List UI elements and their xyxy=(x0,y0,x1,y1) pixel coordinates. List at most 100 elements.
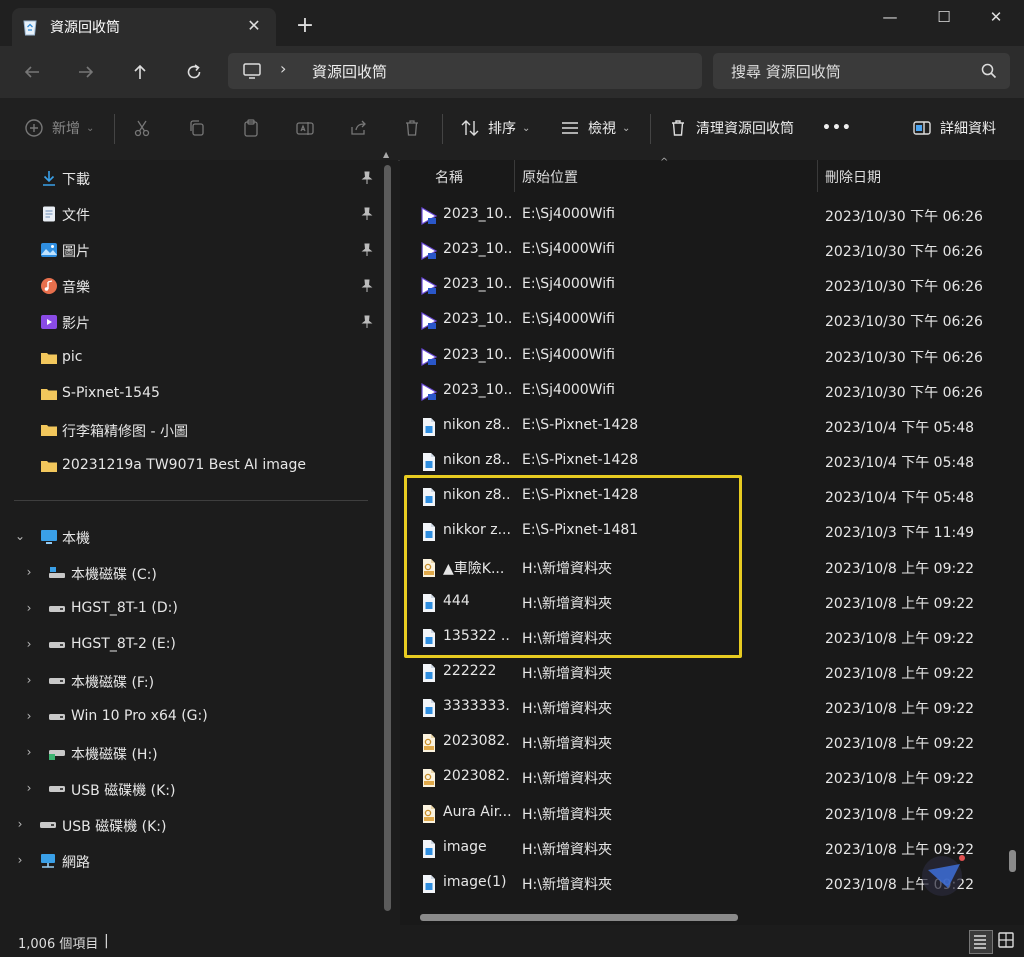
horizontal-scrollbar-thumb[interactable] xyxy=(420,914,738,921)
pin-icon[interactable] xyxy=(360,279,374,293)
new-button[interactable]: 新增 ⌄ xyxy=(24,110,94,146)
chevron-right-icon[interactable]: › xyxy=(13,853,27,869)
file-row[interactable]: Aura Air... H:\新增資料夾 2023/10/8 上午 09:22 xyxy=(400,796,1024,831)
nav-item-documents[interactable]: 文件 xyxy=(0,197,380,231)
empty-recycle-bin-button[interactable]: 清理資源回收筒 xyxy=(668,110,794,146)
video-file-icon xyxy=(421,206,438,226)
nav-item-label: 20231219a TW9071 Best AI image xyxy=(62,457,306,473)
chevron-right-icon[interactable]: › xyxy=(22,673,36,689)
chevron-right-icon[interactable]: › xyxy=(22,709,36,725)
file-row[interactable]: nikon z8... E:\S-Pixnet-1428 2023/10/4 下午 … xyxy=(400,444,1024,479)
new-tab-button[interactable]: + xyxy=(292,13,318,39)
column-header-location[interactable]: 原始位置 xyxy=(522,167,578,187)
rename-button[interactable] xyxy=(295,110,315,146)
nav-item-folder[interactable]: S-Pixnet-1545 xyxy=(0,377,380,411)
file-row[interactable]: nikkor z... E:\S-Pixnet-1481 2023/10/3 下午 … xyxy=(400,514,1024,549)
nav-item-videos[interactable]: 影片 xyxy=(0,305,380,339)
nav-item-drive[interactable]: › USB 磁碟機 (K:) xyxy=(0,772,380,806)
file-row[interactable]: ▲車險K... H:\新增資料夾 2023/10/8 上午 09:22 xyxy=(400,550,1024,585)
chevron-right-icon[interactable]: › xyxy=(22,601,36,617)
nav-item-usb[interactable]: › USB 磁碟機 (K:) xyxy=(0,808,380,842)
chevron-right-icon[interactable]: › xyxy=(22,637,36,653)
nav-item-music[interactable]: 音樂 xyxy=(0,269,380,303)
file-row[interactable]: 2023_10... E:\Sj4000Wifi 2023/10/30 下午 06:… xyxy=(400,303,1024,338)
close-tab-button[interactable]: ✕ xyxy=(242,14,266,38)
chevron-down-icon[interactable]: ⌄ xyxy=(13,529,27,545)
nav-item-this-pc[interactable]: ⌄ 本機 xyxy=(0,520,380,554)
image-file-icon xyxy=(423,699,435,718)
chevron-right-icon[interactable]: › xyxy=(22,781,36,797)
file-row[interactable]: 2023082... H:\新增資料夾 2023/10/8 上午 09:22 xyxy=(400,760,1024,795)
address-field[interactable]: › 資源回收筒 xyxy=(228,53,702,89)
file-row[interactable]: 2023_10... E:\Sj4000Wifi 2023/10/30 下午 06:… xyxy=(400,198,1024,233)
column-header-date-deleted[interactable]: 刪除日期 xyxy=(825,167,881,187)
file-row[interactable]: 2023_10... E:\Sj4000Wifi 2023/10/30 下午 06:… xyxy=(400,339,1024,374)
file-row[interactable]: 135322 ... H:\新增資料夾 2023/10/8 上午 09:22 xyxy=(400,620,1024,655)
nav-item-drive[interactable]: › HGST_8T-1 (D:) xyxy=(0,592,380,626)
details-view-button[interactable] xyxy=(969,930,993,954)
up-button[interactable] xyxy=(126,58,154,86)
pin-icon[interactable] xyxy=(360,207,374,221)
refresh-button[interactable] xyxy=(180,58,208,86)
file-row[interactable]: image H:\新增資料夾 2023/10/8 上午 09:22 xyxy=(400,831,1024,866)
file-row[interactable]: 444 H:\新增資料夾 2023/10/8 上午 09:22 xyxy=(400,585,1024,620)
close-window-button[interactable]: ✕ xyxy=(970,0,1022,34)
nav-item-folder[interactable]: 行李箱精修图 - 小圖 xyxy=(0,413,380,447)
chevron-right-icon[interactable]: › xyxy=(13,817,27,833)
nav-scrollbar[interactable] xyxy=(384,165,391,911)
chevron-right-icon[interactable]: › xyxy=(22,745,36,761)
nav-item-folder[interactable]: 20231219a TW9071 Best AI image xyxy=(0,449,380,483)
file-row[interactable]: 2023_10... E:\Sj4000Wifi 2023/10/30 下午 06:… xyxy=(400,233,1024,268)
view-button[interactable]: 檢視 ⌄ xyxy=(560,110,630,146)
sort-button[interactable]: 排序 ⌄ xyxy=(460,110,530,146)
search-placeholder: 搜尋 資源回收筒 xyxy=(731,63,841,81)
forward-button[interactable] xyxy=(72,58,100,86)
breadcrumb-recycle-bin[interactable]: 資源回收筒 xyxy=(312,61,387,82)
pin-icon[interactable] xyxy=(360,171,374,185)
nav-item-label: 行李箱精修图 - 小圖 xyxy=(62,424,188,440)
file-row[interactable]: 222222 H:\新增資料夾 2023/10/8 上午 09:22 xyxy=(400,655,1024,690)
file-name: 2023_10... xyxy=(443,311,511,328)
file-row[interactable]: nikon z8... E:\S-Pixnet-1428 2023/10/4 下午 … xyxy=(400,409,1024,444)
file-name: nikon z8... xyxy=(443,416,511,433)
file-row[interactable]: image(1) H:\新增資料夾 2023/10/8 上午 09:22 xyxy=(400,866,1024,901)
file-row[interactable]: 3333333... H:\新增資料夾 2023/10/8 上午 09:22 xyxy=(400,690,1024,725)
nav-item-label: HGST_8T-1 (D:) xyxy=(71,600,178,616)
nav-item-drive[interactable]: › 本機磁碟 (F:) xyxy=(0,664,380,698)
text-caret: | xyxy=(104,933,109,949)
nav-item-drive[interactable]: › 本機磁碟 (C:) xyxy=(0,556,380,590)
nav-item-pictures[interactable]: 圖片 xyxy=(0,233,380,267)
paste-button[interactable] xyxy=(241,110,261,146)
column-header-name[interactable]: 名稱 xyxy=(435,167,463,187)
scroll-up-icon[interactable]: ▲ xyxy=(383,150,389,159)
share-button[interactable] xyxy=(349,110,369,146)
nav-item-drive[interactable]: › Win 10 Pro x64 (G:) xyxy=(0,700,380,734)
details-pane-button[interactable]: 詳細資料 xyxy=(912,110,996,146)
maximize-button[interactable]: ☐ xyxy=(918,0,970,34)
tiles-view-button[interactable] xyxy=(996,930,1018,952)
copy-button[interactable] xyxy=(187,110,207,146)
tab-recycle-bin[interactable]: 資源回收筒 ✕ xyxy=(12,8,276,46)
column-divider[interactable] xyxy=(514,160,515,192)
file-row[interactable]: 2023082... H:\新增資料夾 2023/10/8 上午 09:22 xyxy=(400,725,1024,760)
file-row[interactable]: 2023_10... E:\Sj4000Wifi 2023/10/30 下午 06:… xyxy=(400,374,1024,409)
nav-item-network[interactable]: › 網路 xyxy=(0,844,380,878)
nav-item-folder[interactable]: pic xyxy=(0,341,380,375)
content-scrollbar-thumb[interactable] xyxy=(1009,850,1016,872)
more-options-button[interactable]: ••• xyxy=(822,110,852,146)
pin-icon[interactable] xyxy=(360,243,374,257)
search-input[interactable]: 搜尋 資源回收筒 xyxy=(713,53,1010,89)
cut-button[interactable] xyxy=(132,110,152,146)
nav-item-downloads[interactable]: 下載 xyxy=(0,161,380,195)
minimize-button[interactable]: — xyxy=(864,0,916,34)
file-original-location: H:\新增資料夾 xyxy=(522,630,612,647)
file-row[interactable]: 2023_10... E:\Sj4000Wifi 2023/10/30 下午 06:… xyxy=(400,268,1024,303)
file-row[interactable]: nikon z8... E:\S-Pixnet-1428 2023/10/4 下午 … xyxy=(400,479,1024,514)
back-button[interactable] xyxy=(18,58,46,86)
chevron-right-icon[interactable]: › xyxy=(22,565,36,581)
delete-button[interactable] xyxy=(402,110,422,146)
column-divider[interactable] xyxy=(817,160,818,192)
nav-item-drive[interactable]: › 本機磁碟 (H:) xyxy=(0,736,380,770)
pin-icon[interactable] xyxy=(360,315,374,329)
nav-item-drive[interactable]: › HGST_8T-2 (E:) xyxy=(0,628,380,662)
